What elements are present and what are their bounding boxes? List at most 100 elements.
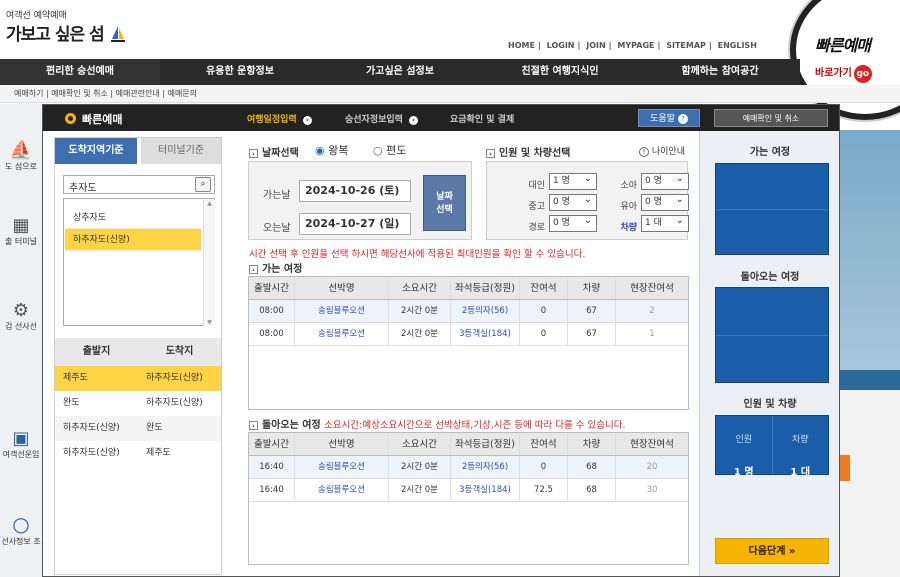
pax-summary-box: 인원 1 명 차량 1 대 [715,415,829,478]
route-to: 하추자도(신양) [146,398,203,408]
vehicle-summary-label: 차량 [791,435,809,445]
infant-select[interactable]: 0 명 [641,192,689,211]
return-date-input[interactable]: 2024-10-27 (일) [299,213,411,235]
nav-islands[interactable]: 가고싶은 섬정보 [320,59,480,85]
col-site-remaining: 현장잔여석 [630,283,674,294]
help-button[interactable]: 도움말 ? [638,109,700,127]
mypage-link[interactable]: MYPAGE [617,41,654,50]
cell-site: 2 [649,306,655,316]
adult-select[interactable]: 1 명 [549,171,597,190]
quick-booking-title[interactable]: 빠른예매 [815,32,871,56]
search-icon[interactable]: ⌕ [195,177,211,192]
student-select[interactable]: 0 명 [549,192,597,211]
double-chevron-right-icon: » [788,546,796,557]
home-link[interactable]: HOME [508,41,535,50]
round-trip-radio[interactable]: ◉ 왕복 [315,142,348,158]
cell-time: 16:40 [249,456,295,478]
col-vehicle: 차량 [568,433,616,455]
table-row[interactable]: 16:40 송림블루오션 2시간 0분 2등의자(56) 0 68 20 [249,456,688,479]
quick-booking-modal: 빠른예매 여행일정입력 › 승선자정보입력 › 요금확인 및 결제 도움말 ? 예매… [42,104,840,577]
cell-grade[interactable]: 2등의자(56) [451,300,520,322]
summary-pax-title: 인원 및 차량 [743,399,797,410]
date-section-title: › 날짜선택 [249,144,299,159]
arrow-right-icon: › [408,116,418,125]
cell-ship[interactable]: 송림블루오션 [295,300,389,322]
reservation-check-button[interactable]: 예매확인 및 취소 [714,109,828,127]
col-site-remaining: 현장잔여석 [630,439,674,450]
cell-grade[interactable]: 3등객실(184) [451,479,520,501]
cell-grade[interactable]: 3등객실(184) [451,323,520,345]
vehicle-summary-value: 1 대 [790,467,811,478]
pax-summary-vehicle: 차량 1 대 [771,416,829,478]
col-ship: 선박명 [295,433,389,455]
student-label: 중고 [528,202,545,212]
inbound-title-label: 돌아오는 여정 [262,420,321,431]
region-item-selected[interactable]: 하추자도(신양) [65,229,201,251]
route-row[interactable]: 완도 하추자도(신양) [55,391,221,416]
table-row[interactable]: 08:00 송림블루오션 2시간 0분 3등객실(184) 0 67 1 [249,323,688,346]
cell-remaining: 72.5 [520,479,568,501]
main-nav: 편리한 승선예매 유용한 운항정보 가고싶은 섬정보 친절한 여행지식인 함께하… [0,59,800,85]
one-way-label: 편도 [386,144,407,157]
cell-site: 1 [649,329,655,339]
route-header-to: 도착지 [165,346,194,357]
pax-section-label: 인원 및 차량선택 [499,148,571,159]
cell-ship[interactable]: 송림블루오션 [295,323,389,345]
subnav-booking[interactable]: 예매하기 [14,89,43,98]
region-item[interactable]: 상추자도 [65,207,201,229]
nav-operation[interactable]: 유용한 운항정보 [160,59,320,85]
age-guide-link[interactable]: ! 나이안내 [639,144,685,157]
senior-select[interactable]: 0 명 [549,213,597,232]
outbound-title-label: 가는 여정 [262,264,303,275]
subnav-check-cancel[interactable]: 예매확인 및 취소 [51,89,108,98]
cell-duration: 2시간 0분 [389,479,451,501]
route-row-selected[interactable]: 제주도 하추자도(신양) [55,366,221,391]
bg-menu-company: ○ 선사정보 조 [0,512,42,547]
nav-community[interactable]: 함께하는 참여공간 [640,59,800,85]
login-link[interactable]: LOGIN [547,41,575,50]
outbound-table: 출발시간 선박명 소요시간 좌석등급(정원) 잔여석 차량 현장잔여석 08:0… [248,276,689,410]
tab-terminal[interactable]: 터미널기준 [141,138,221,164]
next-step-label: 다음단계 [748,546,786,557]
col-duration: 소요시간 [389,277,451,299]
summary-outbound-box [715,163,829,255]
nav-travel-knowledge[interactable]: 친절한 여행지식인 [480,59,640,85]
step-passenger-label: 승선자정보입력 [345,115,403,125]
scrollbar[interactable]: ▲ ▼ [203,200,215,326]
next-step-button[interactable]: 다음단계 » [715,538,829,564]
quick-booking-go[interactable]: 바로가기 go [815,64,872,83]
cell-ship[interactable]: 송림블루오션 [295,456,389,478]
pax-summary-people: 인원 1 명 [716,416,772,478]
cell-duration: 2시간 0분 [389,300,451,322]
sitemap-link[interactable]: SITEMAP [666,41,706,50]
cell-ship[interactable]: 송림블루오션 [295,479,389,501]
date-pick-button[interactable]: 날짜 선택 [423,175,466,231]
english-link[interactable]: ENGLISH [718,41,757,50]
one-way-radio[interactable]: ○ 편도 [373,142,406,158]
table-row[interactable]: 08:00 송림블루오션 2시간 0분 2등의자(56) 0 67 2 [249,300,688,323]
building-icon: ▦ [12,215,30,236]
region-search-input[interactable]: 추자도 [63,175,215,194]
join-link[interactable]: JOIN [586,41,605,50]
sailboat-icon [110,26,125,42]
pax-section-title: › 인원 및 차량선택 [486,144,570,159]
step-passenger: 승선자정보입력 › [345,112,424,125]
background-sky [836,130,900,390]
subnav-inquiry[interactable]: 예매문의 [168,89,197,98]
subnav-guide[interactable]: 예매관련안내 [116,89,160,98]
depart-date-input[interactable]: 2024-10-26 (토) [299,180,411,202]
cell-grade[interactable]: 2등의자(56) [451,456,520,478]
child-select[interactable]: 0 명 [641,171,689,190]
site-logo[interactable]: 가보고 싶은 섬 [6,20,127,45]
col-depart-time: 출발시간 [249,433,295,455]
tab-region[interactable]: 도착지역기준 [55,138,137,164]
route-row[interactable]: 하추자도(신양) 완도 [55,416,221,441]
arrow-right-icon: › [302,116,312,125]
table-row[interactable]: 16:40 송림블루오션 2시간 0분 3등객실(184) 72.5 68 30 [249,479,688,502]
ring-icon [65,113,76,124]
route-row[interactable]: 하추자도(신양) 제주도 [55,441,221,466]
arrow-icon: › [249,149,258,158]
cell-duration: 2시간 0분 [389,456,451,478]
vehicle-select[interactable]: 1 대 [641,213,689,232]
nav-booking[interactable]: 편리한 승선예매 [0,59,160,85]
